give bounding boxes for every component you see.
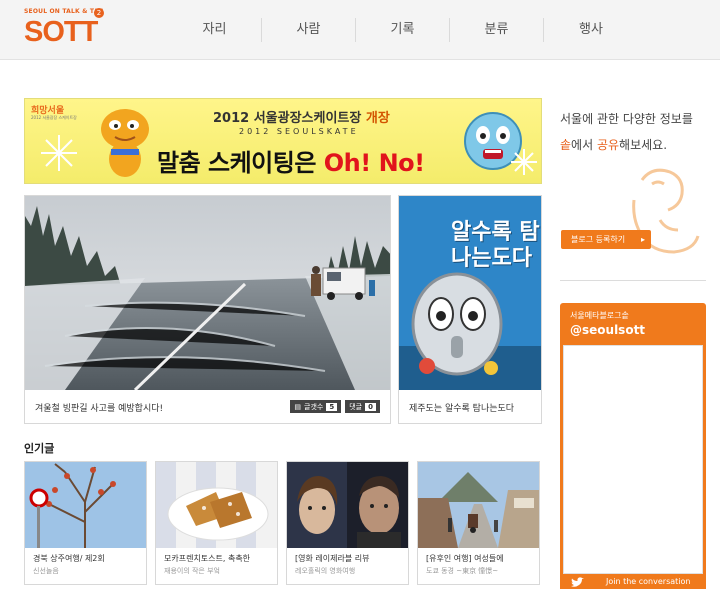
popular-photo-french-toast: [156, 462, 277, 548]
featured-main-stats: ▤ 글갯수 5 댓글 0: [290, 400, 380, 413]
nav-item-category[interactable]: 분류: [450, 18, 544, 42]
twitter-join-link[interactable]: Join the conversation: [606, 577, 690, 586]
featured-photo-icy-road: [25, 196, 390, 390]
tagline-sott: 솥: [560, 138, 572, 152]
popular-photo-yufuin-street: [418, 462, 539, 548]
popular-photo-sangju: [25, 462, 146, 548]
skate-banner[interactable]: 희망서울 2012 서울광장 스케이트장 2012 서울광장스케이트장 개장 2…: [24, 98, 542, 184]
nav-item-place[interactable]: 자리: [168, 18, 262, 42]
tagline-end: 해보세요.: [619, 138, 668, 152]
sidebar-tagline-line1: 서울에 관한 다양한 정보를: [560, 112, 693, 126]
nav-item-record[interactable]: 기록: [356, 18, 450, 42]
site-header: SEOUL ON TALK & TAG SOTT 2 자리 사람 기록 분류 행…: [0, 0, 720, 60]
banner-title: 2012 서울광장스케이트장 개장: [213, 107, 390, 126]
popular-item-title[interactable]: 모카프렌치토스트, 촉촉한: [164, 553, 250, 564]
banner-slogan-text: 말춤 스케이팅은: [157, 149, 316, 177]
popular-item[interactable]: 경북 상주여행/ 제2회 신선놀음: [24, 461, 147, 585]
document-icon: ▤: [294, 402, 302, 411]
popular-item-source[interactable]: 재용이의 작은 부엌: [164, 566, 220, 576]
reply-count-value: 0: [365, 402, 376, 411]
popular-item-title[interactable]: 경북 상주여행/ 제2회: [33, 553, 105, 564]
twitter-feed[interactable]: [563, 345, 703, 574]
banner-brand-sub: 2012 서울광장 스케이트장: [31, 115, 77, 120]
reply-count-badge: 댓글 0: [345, 400, 380, 413]
post-count-label: 글갯수: [304, 402, 324, 411]
site-logo[interactable]: SEOUL ON TALK & TAG SOTT 2: [24, 8, 106, 48]
snowflake-icon: [511, 149, 537, 175]
popular-item[interactable]: [영화 레이제라블 리뷰 레오홀릭의 영화여행: [286, 461, 409, 585]
main-nav: 자리 사람 기록 분류 행사: [168, 18, 638, 42]
reply-count-label: 댓글: [349, 402, 363, 411]
featured-main-caption[interactable]: 겨울철 빙판길 사고를 예방합시다!: [35, 401, 163, 414]
twitter-handle[interactable]: @seoulsott: [570, 323, 645, 337]
featured-photo-jeju-poster: 알수록 탐나는도다: [399, 196, 541, 390]
logo-tagline: SEOUL ON TALK & TAG: [24, 8, 104, 15]
jeju-poster-text: 알수록 탐나는도다: [451, 220, 540, 271]
popular-item-title[interactable]: [영화 레이제라블 리뷰: [295, 553, 369, 564]
post-count-badge: ▤ 글갯수 5: [290, 400, 342, 413]
popular-item-title[interactable]: [유후인 여행] 여성들에: [426, 553, 504, 564]
banner-slogan-highlight: Oh! No!: [323, 149, 425, 177]
featured-post-side[interactable]: 알수록 탐나는도다 제주도는 알수록 탐나는도다: [398, 195, 542, 424]
featured-post-main[interactable]: 겨울철 빙판길 사고를 예방합시다! ▤ 글갯수 5 댓글 0: [24, 195, 391, 424]
haechi-mascot-icon: [101, 109, 149, 177]
banner-subtitle: 2012 SEOULSKATE: [239, 127, 359, 136]
register-button-label: 블로그 등록하기: [571, 235, 626, 244]
nav-item-event[interactable]: 행사: [544, 18, 638, 42]
popular-item-source[interactable]: 도쿄 동경 ~東京 憧憬~: [426, 566, 498, 576]
sidebar-tagline: 서울에 관한 다양한 정보를 솥에서 공유해보세요.: [560, 106, 710, 158]
arrow-right-icon: ▸: [640, 235, 645, 244]
twitter-widget-label: 서울메타블로그솥: [570, 311, 629, 320]
twitter-bird-icon: [571, 577, 584, 587]
tagline-mid: 에서: [571, 138, 597, 152]
logo-wordmark: SOTT: [24, 16, 98, 48]
banner-slogan: 말춤 스케이팅은 Oh! No!: [157, 143, 425, 178]
sidebar-tagline-line2: 솥에서 공유해보세요.: [560, 132, 710, 158]
popular-item-source[interactable]: 레오홀릭의 영화여행: [295, 566, 355, 576]
tagline-share: 공유: [596, 138, 620, 152]
nav-item-people[interactable]: 사람: [262, 18, 356, 42]
sidebar-divider: [560, 280, 706, 281]
logo-badge: 2: [94, 8, 104, 18]
blog-register-button[interactable]: 블로그 등록하기 ▸: [561, 230, 651, 249]
popular-item[interactable]: [유후인 여행] 여성들에 도쿄 동경 ~東京 憧憬~: [417, 461, 540, 585]
banner-title-highlight: 개장: [365, 111, 390, 126]
twitter-widget: 서울메타블로그솥 @seoulsott Join the conversatio…: [560, 303, 706, 589]
popular-photo-les-miserables: [287, 462, 408, 548]
post-count-value: 5: [326, 402, 338, 411]
snowflake-icon: [41, 135, 77, 171]
featured-side-caption[interactable]: 제주도는 알수록 탐나는도다: [409, 401, 514, 414]
popular-item-source[interactable]: 신선놀음: [33, 566, 59, 576]
popular-section-title: 인기글: [24, 442, 55, 455]
popular-item[interactable]: 모카프렌치토스트, 촉촉한 재용이의 작은 부엌: [155, 461, 278, 585]
banner-title-text: 2012 서울광장스케이트장: [213, 111, 362, 126]
